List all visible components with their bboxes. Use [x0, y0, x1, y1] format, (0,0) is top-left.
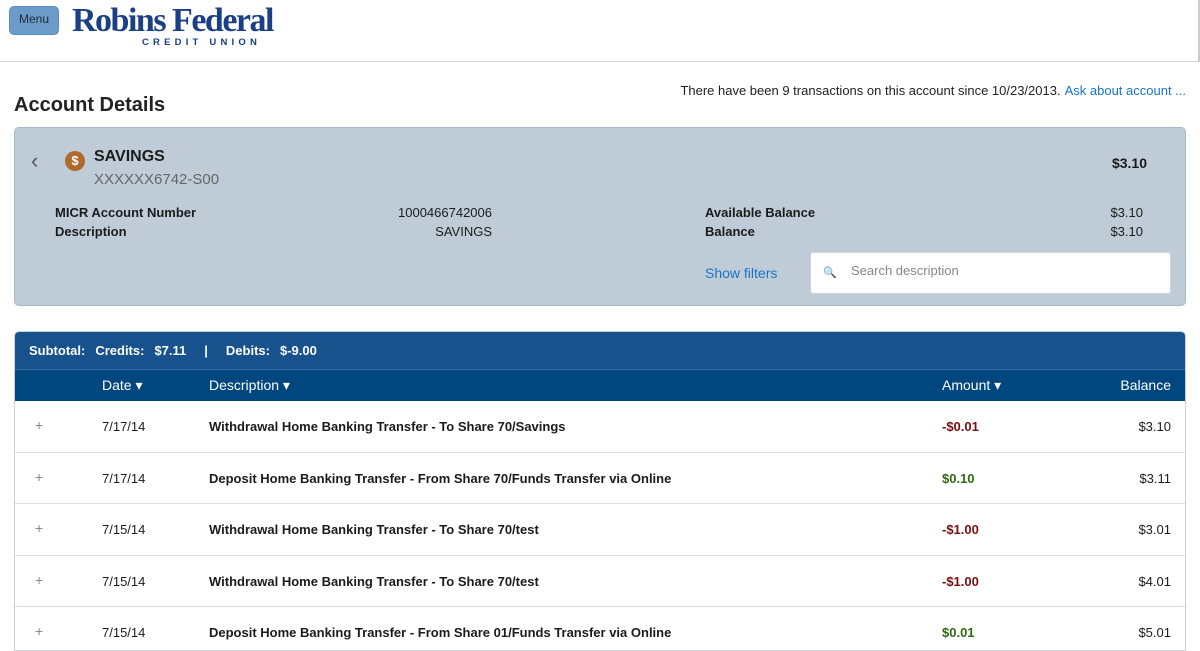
expand-icon[interactable]: + — [35, 520, 43, 536]
table-row[interactable]: + 7/15/14 Deposit Home Banking Transfer … — [15, 607, 1185, 650]
table-header: Date ▾ Description ▾ Amount ▾ Balance — [15, 369, 1185, 401]
table-row[interactable]: + 7/17/14 Withdrawal Home Banking Transf… — [15, 401, 1185, 453]
column-balance: Balance — [1120, 377, 1171, 393]
logo-text: Robins Federal — [72, 2, 274, 39]
detail-value: 1000466742006 — [398, 205, 492, 220]
table-row[interactable]: + 7/15/14 Withdrawal Home Banking Transf… — [15, 504, 1185, 556]
balance-label: Balance — [705, 224, 755, 239]
row-amount: -$1.00 — [942, 522, 979, 537]
account-card: ‹ $ SAVINGS XXXXXX6742-S00 $3.10 MICR Ac… — [14, 127, 1186, 306]
logo[interactable]: Robins Federal CREDIT UNION — [72, 2, 274, 49]
account-name: SAVINGS — [94, 148, 165, 165]
credits-label: Credits: — [95, 343, 145, 358]
expand-icon[interactable]: + — [35, 469, 43, 485]
column-amount[interactable]: Amount ▾ — [942, 377, 1001, 394]
row-date: 7/17/14 — [102, 470, 146, 486]
account-number: XXXXXX6742-S00 — [94, 171, 220, 188]
row-date: 7/15/14 — [102, 573, 146, 589]
chevron-left-icon[interactable]: ‹ — [31, 148, 38, 174]
column-date[interactable]: Date ▾ — [102, 377, 143, 394]
row-description: Withdrawal Home Banking Transfer - To Sh… — [209, 573, 539, 589]
page-title: Account Details — [14, 94, 166, 116]
row-balance: $3.01 — [1138, 522, 1171, 537]
detail-label: Description — [55, 224, 127, 239]
logo-subtext: CREDIT UNION — [142, 37, 262, 48]
debits-value: $-9.00 — [279, 343, 317, 358]
row-description: Withdrawal Home Banking Transfer - To Sh… — [209, 522, 539, 537]
detail-label: MICR Account Number — [55, 205, 197, 220]
balance-value: $3.10 — [1110, 224, 1143, 239]
row-balance: $3.11 — [1139, 470, 1171, 486]
account-balance: $3.10 — [1111, 155, 1147, 171]
transactions-notice: There have been 9 transactions on this a… — [680, 83, 1186, 98]
table-row[interactable]: + 7/15/14 Withdrawal Home Banking Transf… — [15, 556, 1185, 607]
row-amount: $0.10 — [942, 470, 975, 486]
show-filters-link[interactable]: Show filters — [705, 265, 777, 281]
search-icon: 🔍 — [823, 267, 837, 279]
menu-button[interactable]: Menu — [9, 6, 59, 35]
row-balance: $5.01 — [1138, 625, 1171, 640]
row-balance: $4.01 — [1138, 573, 1171, 589]
row-amount: -$1.00 — [942, 573, 979, 589]
row-amount: $0.01 — [942, 625, 975, 640]
row-date: 7/17/14 — [102, 419, 146, 434]
row-description: Withdrawal Home Banking Transfer - To Sh… — [209, 419, 566, 434]
column-description[interactable]: Description ▾ — [209, 377, 290, 394]
expand-icon[interactable]: + — [35, 417, 43, 433]
search-box[interactable]: 🔍 — [810, 252, 1171, 294]
row-date: 7/15/14 — [102, 522, 146, 537]
expand-icon[interactable]: + — [35, 572, 43, 588]
subtotal-bar: Subtotal: Credits: $7.11 | Debits: $-9.0… — [15, 332, 1185, 369]
detail-value: SAVINGS — [435, 224, 492, 239]
separator: | — [204, 343, 208, 358]
table-row[interactable]: + 7/17/14 Deposit Home Banking Transfer … — [15, 453, 1185, 504]
debits-label: Debits: — [225, 343, 270, 358]
top-bar: Menu Robins Federal CREDIT UNION — [0, 0, 1200, 62]
notice-text: There have been 9 transactions on this a… — [680, 83, 1061, 98]
ask-about-account-link[interactable]: Ask about account ... — [1065, 83, 1186, 98]
row-amount: -$0.01 — [942, 419, 979, 434]
balance-label: Available Balance — [705, 205, 816, 220]
row-description: Deposit Home Banking Transfer - From Sha… — [209, 625, 672, 640]
expand-icon[interactable]: + — [35, 623, 43, 639]
search-input[interactable] — [851, 263, 1151, 278]
transactions-table: Subtotal: Credits: $7.11 | Debits: $-9.0… — [14, 331, 1186, 651]
row-balance: $3.10 — [1138, 419, 1171, 434]
row-description: Deposit Home Banking Transfer - From Sha… — [209, 470, 672, 486]
balance-value: $3.10 — [1110, 205, 1143, 220]
subtotal-label: Subtotal: — [29, 343, 86, 358]
credits-value: $7.11 — [154, 343, 187, 358]
row-date: 7/15/14 — [102, 625, 146, 640]
dollar-coin-icon: $ — [65, 151, 85, 171]
